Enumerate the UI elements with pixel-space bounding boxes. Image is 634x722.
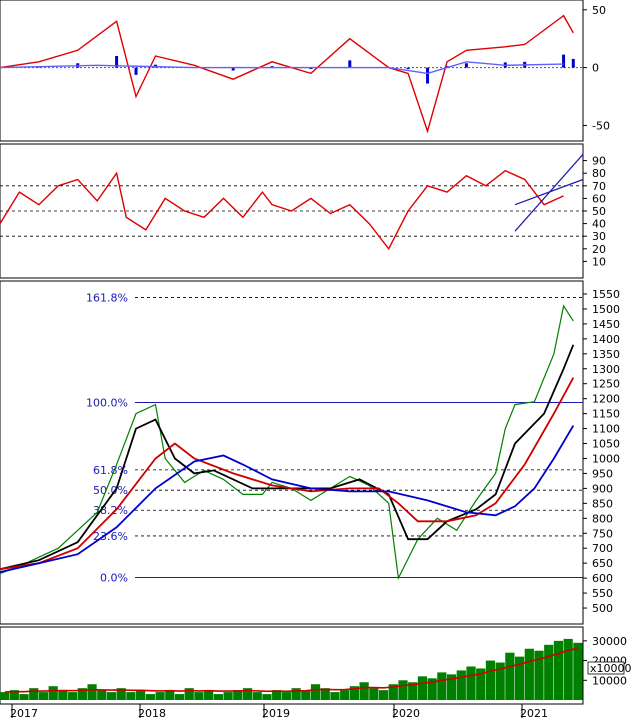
price-tick-label: 1150 xyxy=(592,408,620,421)
volume-bar xyxy=(194,692,204,700)
volume-bar xyxy=(48,686,58,700)
volume-bar xyxy=(262,694,272,700)
time-axis-label: 2020 xyxy=(392,707,420,720)
macd-histogram-bar xyxy=(134,67,138,75)
volume-bar xyxy=(0,692,10,700)
price-tick-label: 1300 xyxy=(592,363,620,376)
rsi-tick-label: 60 xyxy=(592,192,606,205)
volume-bar xyxy=(29,688,39,700)
price-tick-label: 550 xyxy=(592,587,613,600)
volume-bar xyxy=(340,690,350,700)
rsi-tick-label: 80 xyxy=(592,167,606,180)
volume-tick-label: 10000 xyxy=(592,674,627,687)
volume-bar xyxy=(155,692,165,700)
volume-bar xyxy=(359,682,369,700)
volume-multiplier-label: x10000 xyxy=(590,662,632,675)
volume-bar xyxy=(19,694,29,700)
volume-bar xyxy=(145,694,155,700)
price-tick-label: 1100 xyxy=(592,423,620,436)
fibonacci-level-label: 0.0% xyxy=(100,572,128,585)
volume-bar xyxy=(38,692,49,700)
price-tick-label: 750 xyxy=(592,527,613,540)
volume-bar xyxy=(505,652,515,700)
price-tick-label: 1450 xyxy=(592,318,620,331)
volume-bar xyxy=(136,690,146,700)
macd-tick-label: 0 xyxy=(592,62,599,75)
price-tick-label: 1250 xyxy=(592,378,620,391)
price-tick-label: 1350 xyxy=(592,348,620,361)
price-tick-label: 1550 xyxy=(592,288,620,301)
time-axis-label: 2021 xyxy=(520,707,548,720)
volume-bar xyxy=(213,694,223,700)
volume-bar xyxy=(456,670,466,700)
macd-histogram-bar xyxy=(464,63,468,68)
volume-bar xyxy=(544,644,554,700)
rsi-tick-label: 30 xyxy=(592,230,606,243)
volume-bar xyxy=(223,692,233,700)
volume-bar xyxy=(485,660,496,700)
price-tick-label: 600 xyxy=(592,572,613,585)
price-panel-frame xyxy=(0,280,584,625)
volume-bar xyxy=(291,688,301,700)
price-tick-label: 800 xyxy=(592,512,613,525)
volume-bar xyxy=(466,666,476,700)
volume-bar xyxy=(87,684,97,700)
rsi-tick-label: 70 xyxy=(592,180,606,193)
rsi-tick-label: 90 xyxy=(592,155,606,168)
price-tick-label: 1500 xyxy=(592,303,620,316)
price-tick-label: 900 xyxy=(592,482,613,495)
price-tick-label: 1050 xyxy=(592,438,620,451)
macd-tick-label: -50 xyxy=(592,119,610,132)
rsi-tick-label: 10 xyxy=(592,255,606,268)
price-tick-label: 1200 xyxy=(592,393,620,406)
volume-bar xyxy=(573,642,583,700)
volume-bar xyxy=(417,676,428,700)
macd-histogram-bar xyxy=(571,58,575,68)
rsi-tick-label: 50 xyxy=(592,205,606,218)
volume-bar xyxy=(68,692,78,700)
volume-bar xyxy=(126,692,136,700)
macd-tick-label: 50 xyxy=(592,4,606,17)
volume-bar xyxy=(437,672,447,700)
macd-histogram-bar xyxy=(406,67,410,70)
chart-root: 500-50 908070605040302010 161.8%100.0%61… xyxy=(0,0,632,720)
price-tick-label: 850 xyxy=(592,497,613,510)
price-tick-label: 700 xyxy=(592,542,613,555)
fibonacci-level-label: 161.8% xyxy=(86,292,128,305)
time-axis: 2017 2018 2019 2020 2021 xyxy=(10,704,548,720)
macd-histogram-bar xyxy=(426,67,430,84)
volume-bar xyxy=(281,692,291,700)
macd-histogram-bar xyxy=(348,60,352,68)
price-tick-label: 650 xyxy=(592,557,613,570)
time-axis-label: 2019 xyxy=(262,707,290,720)
volume-bar xyxy=(330,692,340,700)
fibonacci-level-label: 100.0% xyxy=(86,397,128,410)
volume-bar xyxy=(106,692,117,700)
volume-bar xyxy=(398,680,408,700)
price-tick-label: 950 xyxy=(592,467,613,480)
macd-histogram-bar xyxy=(562,54,566,68)
time-axis-label: 2018 xyxy=(138,707,166,720)
fibonacci-level-label: 50.0% xyxy=(93,484,128,497)
volume-bar xyxy=(563,638,573,700)
volume-bar xyxy=(97,690,107,700)
price-tick-label: 1000 xyxy=(592,452,620,465)
price-tick-label: 500 xyxy=(592,602,613,615)
volume-tick-label: 30000 xyxy=(592,635,627,648)
volume-bar xyxy=(174,694,185,700)
price-tick-label: 1400 xyxy=(592,333,620,346)
volume-bar xyxy=(252,692,262,700)
volume-bar xyxy=(378,690,389,700)
volume-bar xyxy=(58,690,68,700)
time-axis-label: 2017 xyxy=(10,707,38,720)
volume-bar xyxy=(524,648,534,700)
volume-bar xyxy=(553,640,564,700)
rsi-tick-label: 20 xyxy=(592,243,606,256)
rsi-tick-label: 40 xyxy=(592,218,606,231)
volume-bar xyxy=(310,684,321,700)
volume-bar xyxy=(369,688,379,700)
macd-panel-frame xyxy=(0,0,584,142)
volume-bar xyxy=(301,690,311,700)
